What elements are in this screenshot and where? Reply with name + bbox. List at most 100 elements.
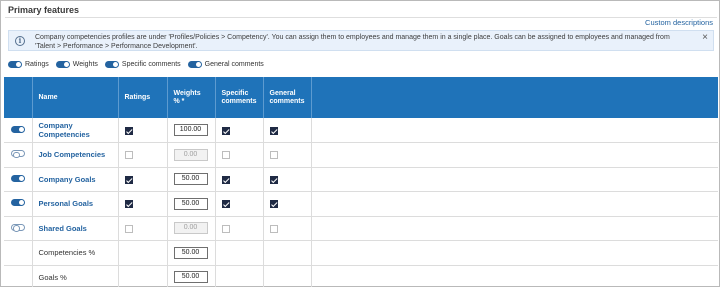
row-general-cell: [263, 142, 312, 168]
row-specific-cell: [215, 167, 264, 192]
toggle-switch-icon[interactable]: [8, 60, 22, 68]
row-specific-cell: [215, 118, 264, 143]
row-specific-cell: [215, 191, 264, 217]
specific-comments-checkbox[interactable]: [221, 175, 230, 184]
row-toggle-cell: [4, 240, 33, 266]
row-name-cell: Shared Goals: [32, 216, 119, 241]
table-row: Competencies % 50.00: [4, 240, 718, 266]
table-row: Shared Goals 0.00: [4, 216, 718, 241]
row-enable-switch-icon[interactable]: [11, 199, 25, 207]
row-weight-cell: 0.00: [167, 142, 216, 168]
summary-weight-input[interactable]: 50.00: [173, 271, 208, 284]
summary-label: Competencies %: [38, 248, 96, 258]
row-ratings-cell: [118, 240, 168, 266]
info-icon: i: [15, 36, 25, 46]
toggle-switch-icon[interactable]: [55, 60, 70, 68]
close-icon[interactable]: ×: [702, 33, 708, 43]
table-row: Company Competencies 100.00: [4, 118, 718, 143]
header-toggle: [4, 77, 33, 118]
header-weights: Weights % *: [167, 77, 216, 118]
table-header-row: Name Ratings Weights % * Specific commen…: [4, 77, 718, 118]
general-comments-checkbox[interactable]: [269, 175, 278, 184]
specific-comments-checkbox[interactable]: [221, 126, 230, 135]
general-comments-checkbox[interactable]: [269, 224, 278, 233]
weight-input[interactable]: 50.00: [173, 173, 208, 186]
row-specific-cell: [215, 240, 264, 266]
table-row: Goals % 50.00: [4, 265, 718, 287]
row-toggle-cell: [4, 142, 33, 168]
feature-toggles: Ratings Weights Specific comments General c…: [8, 59, 271, 69]
primary-features-panel: Primary features Custom descriptions i C…: [0, 0, 720, 287]
table-row: Job Competencies 0.00: [4, 142, 718, 168]
row-general-cell: [263, 216, 312, 241]
table-row: Company Goals 50.00: [4, 167, 718, 192]
toggle-ratings[interactable]: Ratings: [8, 60, 49, 68]
ratings-checkbox[interactable]: [124, 200, 133, 209]
weight-input[interactable]: 50.00: [173, 197, 208, 210]
general-comments-checkbox[interactable]: [269, 151, 278, 160]
feature-name-link[interactable]: Company Goals: [39, 175, 96, 184]
row-weight-cell: 100.00: [167, 118, 216, 143]
toggle-general-comments[interactable]: General comments: [187, 60, 264, 68]
row-general-cell: [263, 240, 312, 266]
row-enable-switch-icon[interactable]: [11, 125, 25, 133]
panel-title: Primary features: [8, 5, 80, 15]
row-ratings-cell: [118, 142, 168, 168]
toggle-specific-comments[interactable]: Specific comments: [104, 60, 181, 68]
ratings-checkbox[interactable]: [124, 126, 133, 135]
row-ratings-cell: [118, 118, 168, 143]
specific-comments-checkbox[interactable]: [221, 151, 230, 160]
ratings-checkbox[interactable]: [124, 151, 133, 160]
row-name-cell: Goals %: [32, 265, 119, 287]
row-name-cell: Competencies %: [32, 240, 119, 266]
row-ratings-cell: [118, 167, 168, 192]
summary-weight-input[interactable]: 50.00: [173, 246, 208, 259]
row-filler-cell: [311, 216, 718, 241]
features-table: Name Ratings Weights % * Specific commen…: [4, 77, 718, 287]
specific-comments-checkbox[interactable]: [221, 200, 230, 209]
weight-input[interactable]: 100.00: [173, 124, 208, 136]
row-filler-cell: [311, 118, 718, 143]
specific-comments-checkbox[interactable]: [221, 224, 230, 233]
row-enable-switch-icon[interactable]: [11, 150, 25, 159]
row-toggle-cell: [4, 216, 33, 241]
row-enable-switch-icon[interactable]: [11, 223, 25, 232]
row-toggle-cell: [4, 118, 33, 143]
row-name-cell: Company Goals: [32, 167, 119, 192]
weight-input: 0.00: [173, 222, 208, 235]
info-text: Company competencies profiles are under …: [35, 34, 670, 50]
toggle-switch-icon[interactable]: [187, 60, 202, 68]
row-enable-switch-icon[interactable]: [11, 174, 25, 182]
summary-label: Goals %: [38, 272, 67, 282]
row-specific-cell: [215, 216, 264, 241]
toggle-switch-icon[interactable]: [104, 60, 119, 68]
general-comments-checkbox[interactable]: [269, 200, 278, 209]
toggle-label: Ratings: [25, 60, 49, 68]
feature-name-link[interactable]: Personal Goals: [39, 199, 94, 208]
row-toggle-cell: [4, 167, 33, 192]
row-general-cell: [263, 191, 312, 217]
feature-name-link[interactable]: Job Competencies: [39, 150, 106, 159]
ratings-checkbox[interactable]: [124, 224, 133, 233]
toggle-weights[interactable]: Weights: [55, 60, 98, 68]
row-weight-cell: 50.00: [167, 191, 216, 217]
general-comments-checkbox[interactable]: [269, 126, 278, 135]
feature-name-link[interactable]: Shared Goals: [39, 224, 87, 233]
row-name-cell: Company Competencies: [32, 118, 119, 143]
row-name-cell: Job Competencies: [32, 142, 119, 168]
table-row: Personal Goals 50.00: [4, 191, 718, 217]
header-filler: [311, 77, 718, 118]
row-ratings-cell: [118, 216, 168, 241]
weight-input: 0.00: [173, 148, 208, 161]
custom-descriptions-link[interactable]: Custom descriptions: [645, 18, 713, 27]
row-ratings-cell: [118, 191, 168, 217]
ratings-checkbox[interactable]: [124, 175, 133, 184]
feature-name-link[interactable]: Company Competencies: [39, 121, 90, 139]
row-general-cell: [263, 265, 312, 287]
row-specific-cell: [215, 142, 264, 168]
row-specific-cell: [215, 265, 264, 287]
title-divider: [5, 17, 717, 18]
header-name: Name: [32, 77, 119, 118]
row-toggle-cell: [4, 191, 33, 217]
row-ratings-cell: [118, 265, 168, 287]
